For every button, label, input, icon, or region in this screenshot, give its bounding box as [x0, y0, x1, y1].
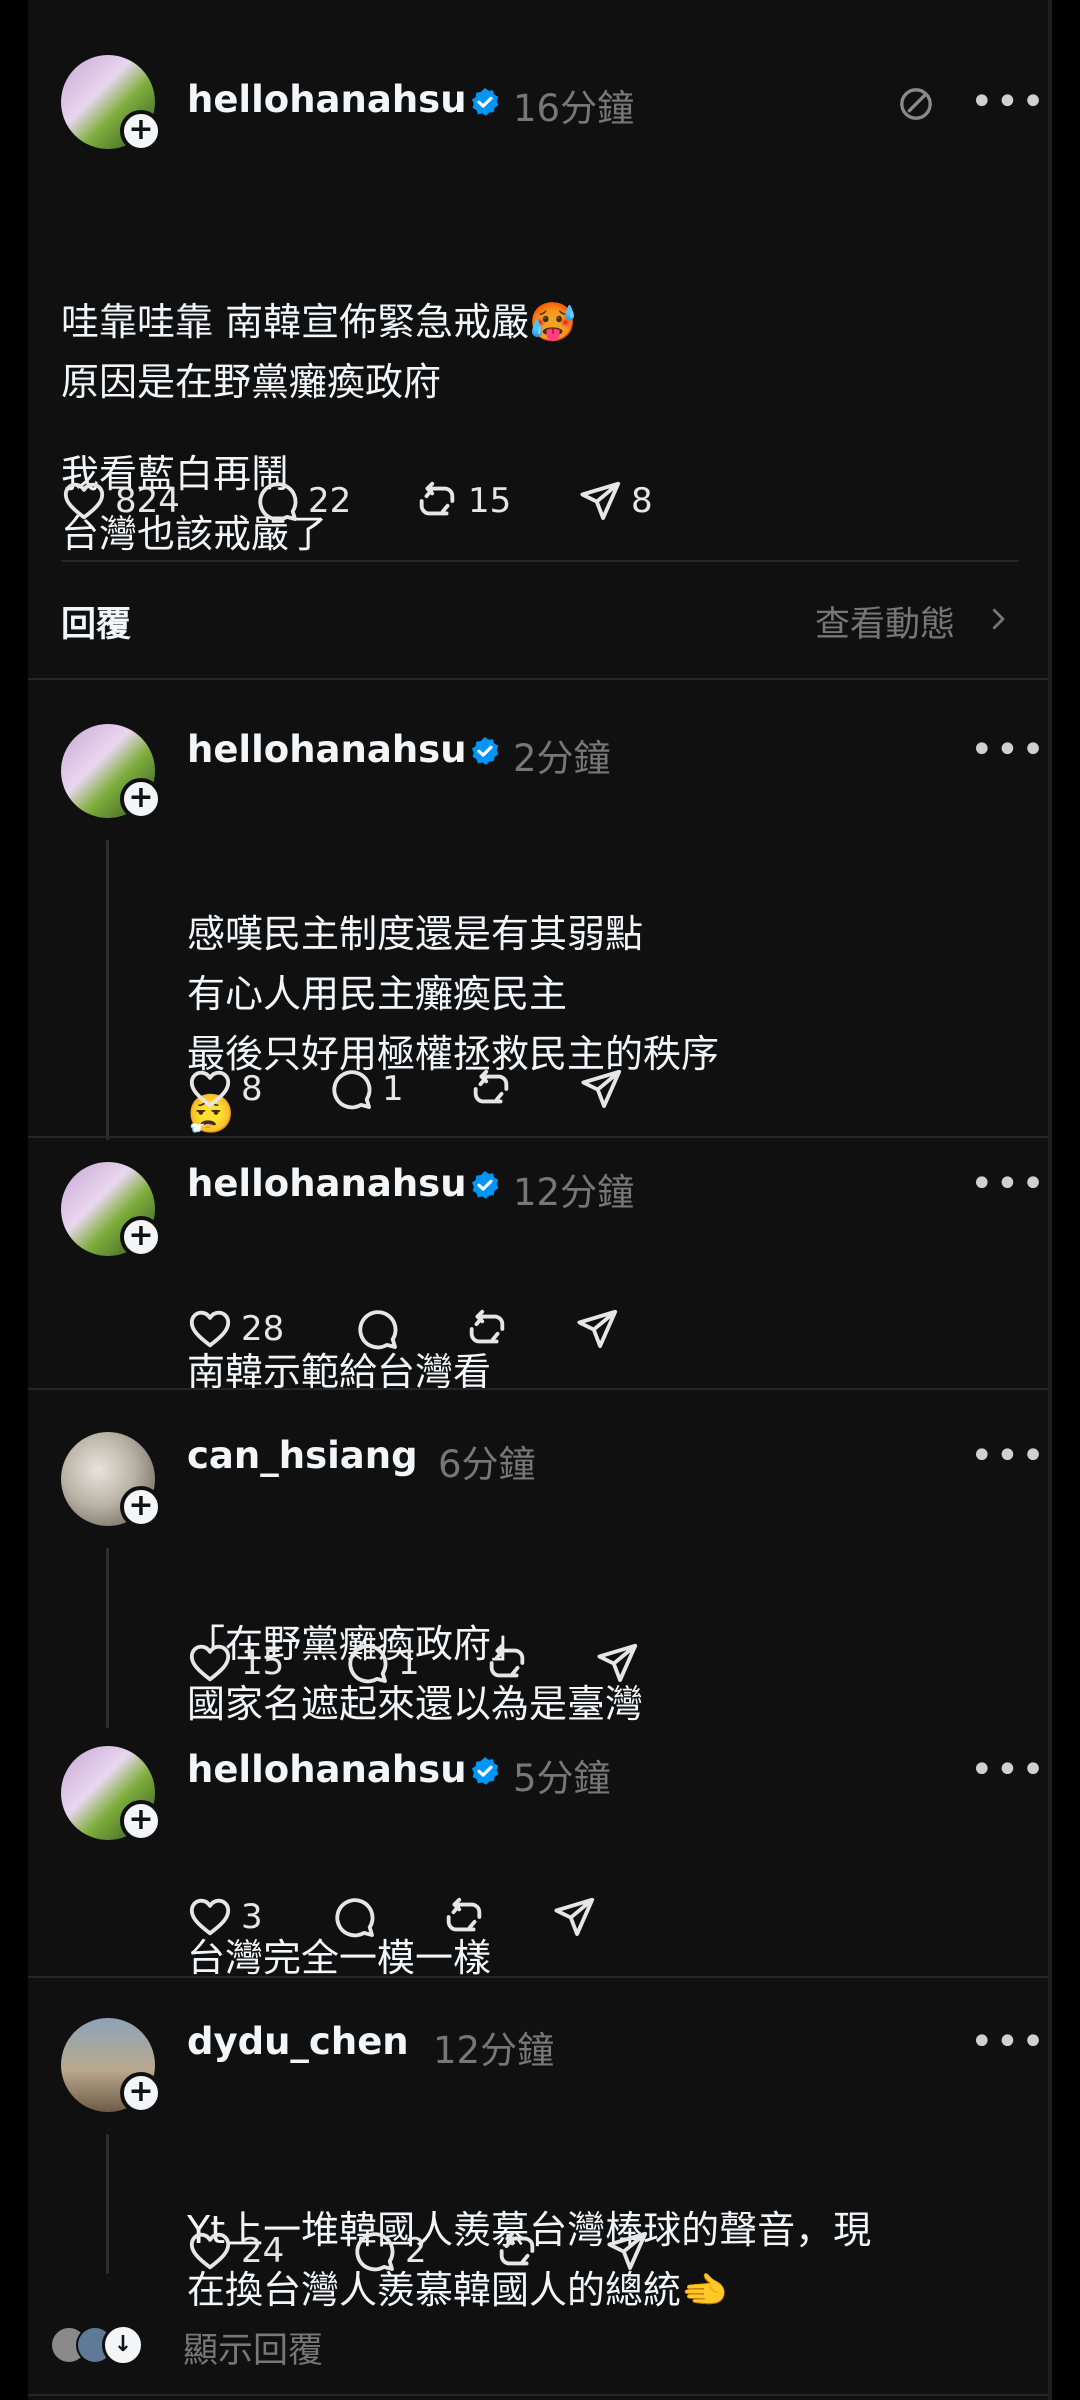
share-button[interactable]	[574, 1306, 620, 1352]
heart-icon	[187, 2228, 233, 2274]
post-time: 16分鐘	[513, 87, 635, 130]
chevron-right-icon[interactable]	[983, 604, 1013, 634]
follow-plus-icon[interactable]: +	[120, 1216, 162, 1258]
heart-icon	[187, 1306, 233, 1352]
verified-icon	[469, 735, 501, 767]
view-activity-link[interactable]: 查看動態	[815, 596, 955, 647]
heart-icon	[187, 1066, 233, 1112]
follow-plus-icon[interactable]: +	[120, 1486, 162, 1528]
more-icon[interactable]: •••	[970, 82, 1047, 122]
thread-line	[106, 2134, 109, 2274]
show-replies-avatars[interactable]: ↓	[50, 2322, 144, 2366]
repost-icon	[414, 478, 460, 524]
replies-label: 回覆	[61, 605, 132, 645]
repost-button[interactable]	[494, 2228, 540, 2274]
like-button[interactable]: 24	[187, 2228, 284, 2274]
comment-icon	[331, 1894, 377, 1940]
verified-icon	[469, 86, 501, 118]
comment-button[interactable]: 1	[344, 1640, 420, 1686]
post-time: 12分鐘	[433, 2029, 555, 2072]
like-button[interactable]: 8	[187, 1066, 263, 1112]
divider	[28, 1976, 1052, 1978]
divider	[28, 1388, 1052, 1390]
share-button[interactable]	[551, 1894, 597, 1940]
like-button[interactable]: 3	[187, 1894, 263, 1940]
panel-edge	[1048, 0, 1052, 2400]
comment-icon	[351, 2228, 397, 2274]
share-button[interactable]	[578, 1066, 624, 1112]
heart-icon	[61, 478, 107, 524]
post-time: 5分鐘	[513, 1757, 611, 1800]
username[interactable]: hellohanahsu	[187, 1162, 467, 1205]
repost-icon	[464, 1306, 510, 1352]
repost-button[interactable]	[468, 1066, 514, 1112]
more-icon[interactable]: •••	[970, 2022, 1047, 2062]
share-button[interactable]	[594, 1640, 640, 1686]
repost-icon	[468, 1066, 514, 1112]
more-icon[interactable]: •••	[970, 1750, 1047, 1790]
comment-icon	[328, 1066, 374, 1112]
share-icon	[578, 1066, 624, 1112]
thread-line	[106, 1548, 109, 1728]
divider	[28, 2394, 1052, 2396]
follow-plus-icon[interactable]: +	[120, 2072, 162, 2114]
divider	[28, 678, 1052, 680]
follow-plus-icon[interactable]: +	[120, 110, 162, 152]
more-icon[interactable]: •••	[970, 1436, 1047, 1476]
heart-icon	[187, 1640, 233, 1686]
share-button[interactable]: 8	[577, 478, 653, 524]
thread-panel: + hellohanahsu 16分鐘 ••• 哇靠哇靠 南韓宣佈緊急戒嚴🥵 原因…	[28, 0, 1052, 2400]
thread-line	[106, 840, 109, 1140]
repost-icon	[484, 1640, 530, 1686]
like-button[interactable]: 15	[187, 1640, 284, 1686]
more-icon[interactable]: •••	[970, 1164, 1047, 1204]
username[interactable]: hellohanahsu	[187, 78, 467, 121]
verified-icon	[469, 1755, 501, 1787]
comment-icon	[254, 478, 300, 524]
repost-icon	[494, 2228, 540, 2274]
share-icon	[551, 1894, 597, 1940]
repost-button[interactable]: 15	[414, 478, 511, 524]
comment-button[interactable]	[354, 1306, 400, 1352]
repost-icon	[441, 1894, 487, 1940]
show-replies-link[interactable]: 顯示回覆	[183, 2322, 323, 2373]
share-button[interactable]	[604, 2228, 650, 2274]
comment-button[interactable]: 2	[351, 2228, 427, 2274]
follow-plus-icon[interactable]: +	[120, 778, 162, 820]
comment-icon	[344, 1640, 390, 1686]
share-icon	[594, 1640, 640, 1686]
follow-plus-icon[interactable]: +	[120, 1800, 162, 1842]
divider	[28, 1136, 1052, 1138]
divider	[61, 560, 1019, 562]
username[interactable]: hellohanahsu	[187, 728, 467, 771]
username[interactable]: hellohanahsu	[187, 1748, 467, 1791]
post-time: 2分鐘	[513, 737, 611, 780]
chevron-down-icon: ↓	[102, 2324, 144, 2366]
post-time: 6分鐘	[438, 1443, 536, 1486]
more-icon[interactable]: •••	[970, 730, 1047, 770]
share-icon	[577, 478, 623, 524]
share-icon	[574, 1306, 620, 1352]
comment-icon	[354, 1306, 400, 1352]
post-time: 12分鐘	[513, 1171, 635, 1214]
post-text: 哇靠哇靠 南韓宣佈緊急戒嚴🥵 原因是在野黨癱瘓政府 我看藍白再鬧 台灣也該戒嚴了	[61, 300, 577, 556]
repost-button[interactable]	[441, 1894, 487, 1940]
heart-icon	[187, 1894, 233, 1940]
verified-icon	[469, 1169, 501, 1201]
comment-button[interactable]: 1	[328, 1066, 404, 1112]
share-icon	[604, 2228, 650, 2274]
comment-button[interactable]: 22	[254, 478, 351, 524]
translate-icon[interactable]	[896, 84, 936, 124]
like-button[interactable]: 28	[187, 1306, 284, 1352]
username[interactable]: dydu_chen	[187, 2020, 409, 2063]
repost-button[interactable]	[484, 1640, 530, 1686]
like-button[interactable]: 824	[61, 478, 180, 524]
repost-button[interactable]	[464, 1306, 510, 1352]
username[interactable]: can_hsiang	[187, 1434, 418, 1477]
comment-button[interactable]	[331, 1894, 377, 1940]
